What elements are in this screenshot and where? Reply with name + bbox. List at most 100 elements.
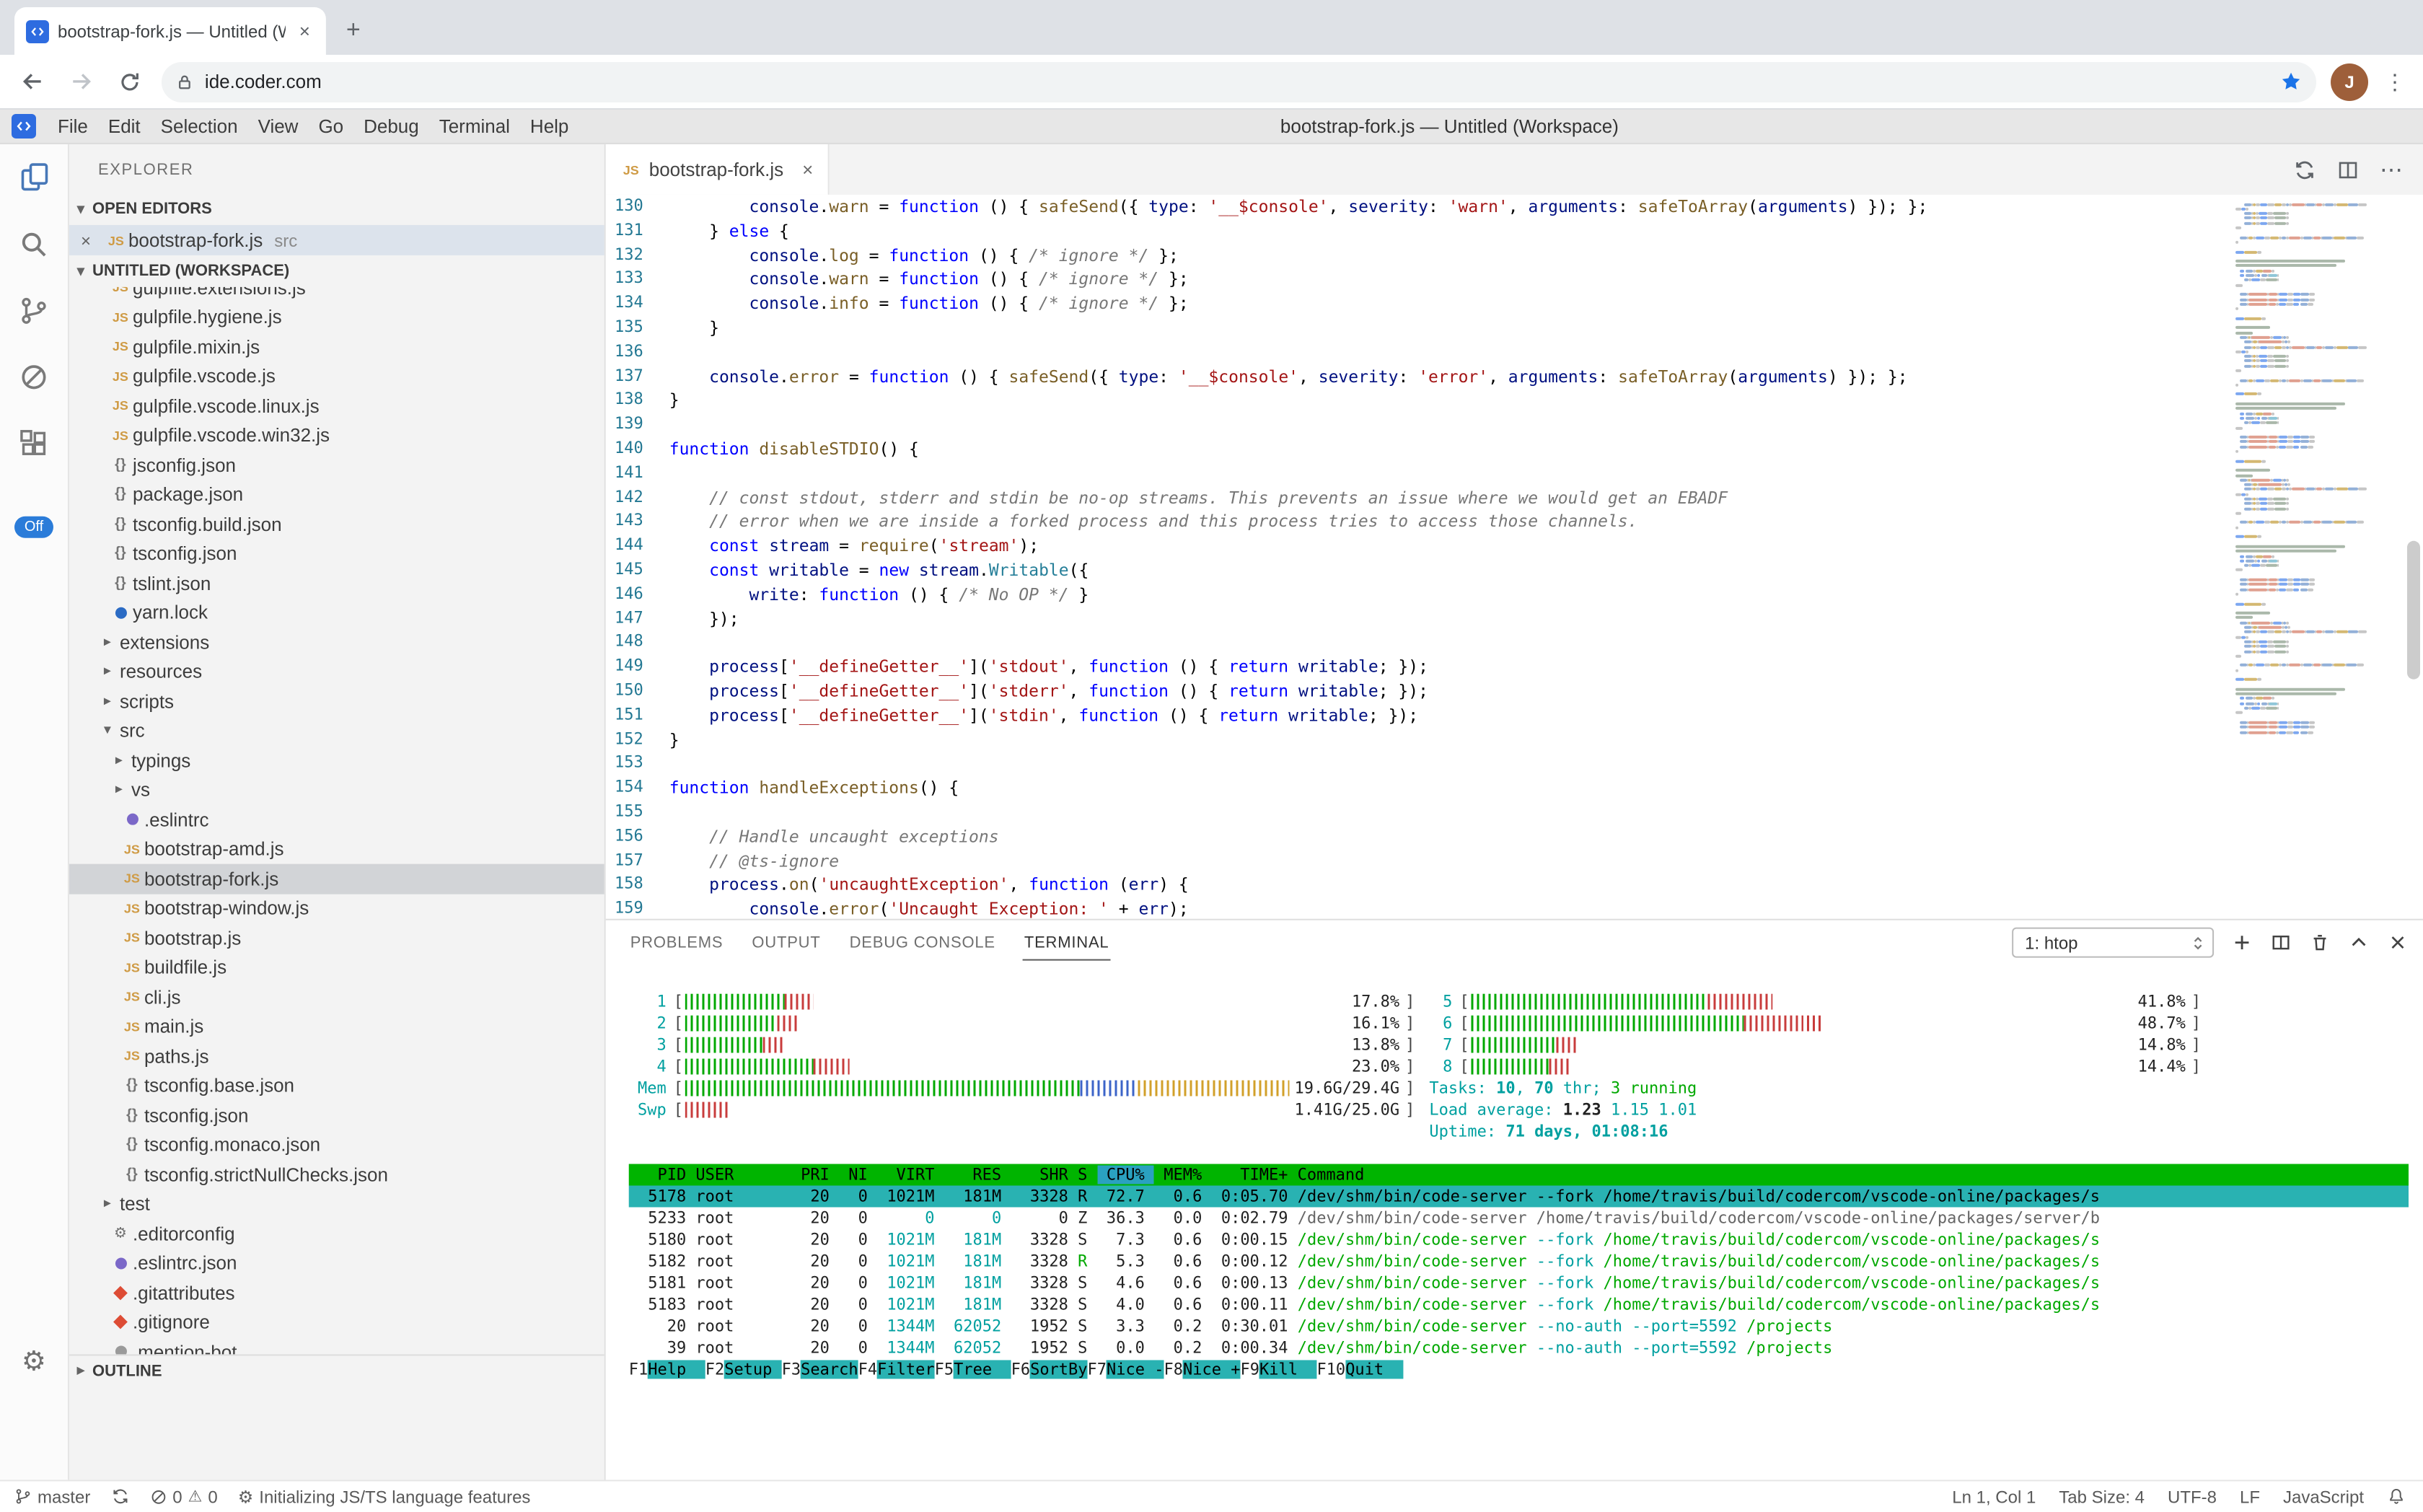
cursor-position[interactable]: Ln 1, Col 1 [1952,1486,2036,1506]
browser-tab[interactable]: bootstrap-fork.js — Untitled (W × [14,7,326,55]
tree-item-.eslintrc[interactable]: .eslintrc [69,805,604,835]
tree-item-gulpfile.vscode.js[interactable]: JSgulpfile.vscode.js [69,361,604,391]
tree-item-vs[interactable]: ▸vs [69,775,604,805]
maximize-panel-icon[interactable] [2348,932,2370,954]
panel-tabs: PROBLEMS OUTPUT DEBUG CONSOLE TERMINAL [629,925,1137,961]
menu-view[interactable]: View [248,113,309,140]
close-icon[interactable]: × [802,159,813,180]
tree-item-tsconfig.strictNullChecks.json[interactable]: {}tsconfig.strictNullChecks.json [69,1160,604,1190]
tab-close-icon[interactable]: × [295,20,315,42]
address-bar[interactable]: ide.coder.com [162,61,2316,102]
open-editor-item[interactable]: × JS bootstrap-fork.js src [69,225,604,255]
settings-gear-icon[interactable]: ⚙ [22,1345,46,1379]
tab-size[interactable]: Tab Size: 4 [2059,1486,2145,1506]
split-editor-icon[interactable] [2336,158,2360,181]
tree-item-.gitignore[interactable]: .gitignore [69,1307,604,1337]
editor-scrollbar-thumb[interactable] [2407,541,2420,680]
tree-item-.mention-bot[interactable]: .mention-bot [69,1337,604,1354]
tree-item-tsconfig.build.json[interactable]: {}tsconfig.build.json [69,509,604,539]
eslint-icon [120,814,144,825]
tree-item-buildfile.js[interactable]: JSbuildfile.js [69,953,604,983]
kill-terminal-icon[interactable] [2309,932,2331,954]
tree-item-jsconfig.json[interactable]: {}jsconfig.json [69,450,604,480]
menu-debug[interactable]: Debug [353,113,429,140]
debug-icon[interactable] [0,343,69,410]
close-icon[interactable]: × [81,230,104,250]
source-control-icon[interactable] [0,277,69,343]
tree-item-.eslintrc.json[interactable]: .eslintrc.json [69,1248,604,1278]
search-icon[interactable] [0,211,69,277]
tree-item-gulpfile.extensions.js[interactable]: JSgulpfile.extensions.js [69,287,604,302]
js-icon: JS [108,428,133,442]
tree-item-tslint.json[interactable]: {}tslint.json [69,568,604,598]
outline-header[interactable]: ▸ OUTLINE [69,1354,604,1386]
minimap[interactable] [2235,202,2400,734]
panel-tab-output[interactable]: OUTPUT [750,925,822,961]
tree-item-tsconfig.monaco.json[interactable]: {}tsconfig.monaco.json [69,1130,604,1160]
tree-item-gulpfile.mixin.js[interactable]: JSgulpfile.mixin.js [69,332,604,361]
tree-item-.editorconfig[interactable]: ⚙.editorconfig [69,1218,604,1248]
new-tab-button[interactable]: + [335,12,372,49]
tree-item-gulpfile.vscode.linux.js[interactable]: JSgulpfile.vscode.linux.js [69,391,604,421]
tree-item-typings[interactable]: ▸typings [69,746,604,775]
tree-item-tsconfig.json[interactable]: {}tsconfig.json [69,1101,604,1130]
reload-icon[interactable] [113,64,147,99]
url-text[interactable]: ide.coder.com [205,71,2269,92]
branch-indicator[interactable]: master [14,1486,90,1506]
editor-tab[interactable]: JS bootstrap-fork.js × [606,144,830,195]
tree-item-main.js[interactable]: JSmain.js [69,1012,604,1042]
tree-item-bootstrap-window.js[interactable]: JSbootstrap-window.js [69,894,604,923]
extensions-icon[interactable] [0,410,69,476]
tree-item-gulpfile.vscode.win32.js[interactable]: JSgulpfile.vscode.win32.js [69,421,604,450]
menu-help[interactable]: Help [520,113,579,140]
eol[interactable]: LF [2240,1486,2260,1506]
panel-tab-terminal[interactable]: TERMINAL [1023,925,1111,961]
forward-icon[interactable] [63,64,98,99]
close-panel-icon[interactable] [2387,932,2409,954]
tree-item-cli.js[interactable]: JScli.js [69,983,604,1012]
menu-terminal[interactable]: Terminal [429,113,520,140]
more-actions-icon[interactable]: ⋯ [2380,155,2403,184]
workspace-header[interactable]: ▾ UNTITLED (WORKSPACE) [69,255,604,287]
new-terminal-icon[interactable] [2231,932,2253,954]
menu-edit[interactable]: Edit [98,113,151,140]
tree-item-resources[interactable]: ▸resources [69,657,604,687]
menu-file[interactable]: File [48,113,98,140]
menu-selection[interactable]: Selection [151,113,248,140]
tree-item-paths.js[interactable]: JSpaths.js [69,1042,604,1071]
browser-menu-icon[interactable]: ⋮ [2383,69,2409,94]
bookmark-star-icon[interactable] [2280,71,2302,92]
tree-item-scripts[interactable]: ▸scripts [69,687,604,716]
terminal-picker[interactable]: 1: htop [2012,928,2214,958]
explorer-icon[interactable] [0,144,69,211]
code-editor[interactable]: 130 console.warn = function () { safeSen… [606,195,2423,919]
avatar[interactable]: J [2331,63,2368,100]
terminal-content[interactable]: 1[17.8%]5[41.8%]2[16.1%]6[48.7%]3[13.8%]… [606,965,2423,1480]
problems-indicator[interactable]: 0 ⚠ 0 [149,1486,217,1506]
tree-item-bootstrap.js[interactable]: JSbootstrap.js [69,923,604,953]
language-mode[interactable]: JavaScript [2283,1486,2364,1506]
open-editor-detail: src [274,230,297,250]
sync-icon[interactable] [2293,158,2316,181]
encoding[interactable]: UTF-8 [2168,1486,2217,1506]
tree-item-package.json[interactable]: {}package.json [69,480,604,509]
split-terminal-icon[interactable] [2270,932,2292,954]
collaboration-off-badge[interactable]: Off [14,517,53,538]
panel-tab-debug-console[interactable]: DEBUG CONSOLE [848,925,997,961]
tree-item-bootstrap-fork.js[interactable]: JSbootstrap-fork.js [69,864,604,894]
tree-item-.gitattributes[interactable]: .gitattributes [69,1278,604,1307]
tree-item-yarn.lock[interactable]: yarn.lock [69,598,604,628]
menu-go[interactable]: Go [308,113,353,140]
tree-item-tsconfig.base.json[interactable]: {}tsconfig.base.json [69,1071,604,1101]
panel-tab-problems[interactable]: PROBLEMS [629,925,725,961]
tree-item-extensions[interactable]: ▸extensions [69,628,604,657]
tree-item-test[interactable]: ▸test [69,1190,604,1219]
back-icon[interactable] [14,64,49,99]
tree-item-bootstrap-amd.js[interactable]: JSbootstrap-amd.js [69,835,604,864]
open-editors-header[interactable]: ▾ OPEN EDITORS [69,193,604,225]
tree-item-gulpfile.hygiene.js[interactable]: JSgulpfile.hygiene.js [69,302,604,332]
bell-icon[interactable] [2387,1487,2406,1506]
sync-status-icon[interactable] [110,1487,129,1506]
tree-item-src[interactable]: ▾src [69,716,604,746]
tree-item-tsconfig.json[interactable]: {}tsconfig.json [69,539,604,568]
